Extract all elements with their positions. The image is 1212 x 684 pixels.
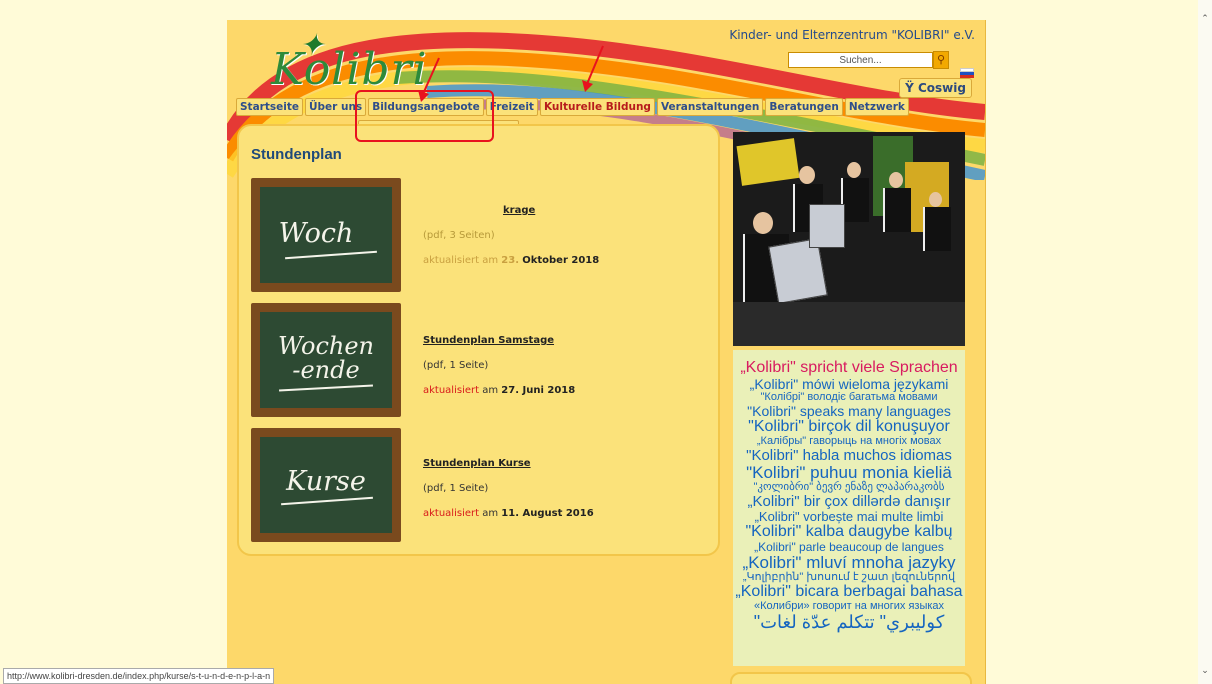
updated-am: am <box>482 255 499 266</box>
photo-poster <box>736 138 800 186</box>
language-line: „Kolibri" mówi wieloma językami <box>749 376 949 392</box>
chalkboard-word: Kurse <box>286 466 366 497</box>
photo-kid-body <box>883 188 911 232</box>
russian-flag-icon[interactable] <box>960 68 974 78</box>
search-icon: ⚲ <box>936 53 946 66</box>
language-line: "Kolibri" kalba daugybe kalbų <box>745 523 953 540</box>
language-line: „Kolibri" bicara berbagai bahasa <box>735 583 963 600</box>
search-placeholder: Suchen... <box>839 55 882 66</box>
language-line: „Kolibri" mluví mnoha jazyky <box>742 553 956 572</box>
photo-kid <box>889 172 903 188</box>
nav-item-beratungen[interactable]: Beratungen <box>765 98 843 116</box>
hummingbird-small-icon: Ÿ <box>905 81 914 95</box>
chalkboard-image-wochentage[interactable]: Woch <box>251 178 401 292</box>
language-line: "كوليبري" تتكلم عدّة لغات <box>753 612 945 632</box>
search-button[interactable]: ⚲ <box>933 51 949 69</box>
chalkboard-word-line2: -ende <box>292 356 360 384</box>
coswig-button[interactable]: Ÿ Coswig <box>899 78 972 98</box>
language-line: „Կոլիբրին" խոսում է շատ լեզուներով <box>742 571 956 583</box>
entry-file-info: (pdf, 1 Seite) <box>423 483 489 494</box>
nav-item-veranstaltungen[interactable]: Veranstaltungen <box>656 98 764 116</box>
site-logo[interactable]: ✦ Kolibri <box>271 28 428 95</box>
photo-kid <box>753 212 773 234</box>
photo-floor <box>733 302 965 346</box>
language-line: «Колибри» говорит на многих языках <box>753 600 945 612</box>
sidebar-box <box>730 672 972 684</box>
chalkboard-image-wochenende[interactable]: Wochen -ende <box>251 303 401 417</box>
search-input[interactable]: Suchen... <box>788 52 933 68</box>
red-arrow-icon <box>418 57 440 102</box>
updated-date: Oktober 2018 <box>522 255 600 266</box>
language-line: „Kolibri" spricht viele Sprachen <box>740 359 958 376</box>
scrollbar[interactable]: ⌃ ⌄ <box>1198 0 1212 684</box>
updated-label: aktualisiert <box>423 255 480 266</box>
entry-title-link[interactable]: krage <box>423 205 599 216</box>
nav-item-kulturelle-bildung[interactable]: Kulturelle Bildung <box>539 98 655 116</box>
languages-banner: „Kolibri" spricht viele Sprachen „Kolibri… <box>733 350 965 666</box>
language-line: "Kolibri" birçok dil konuşuyor <box>748 418 950 435</box>
language-line: "კოლიბრი" ბევრ ენაზე ლაპარაკობს <box>753 481 945 493</box>
entry-updated: aktualisiert am 23. Oktober 2018 <box>423 255 599 266</box>
photo-kid <box>799 166 815 184</box>
entry-file-info: (pdf, 3 Seiten) <box>423 230 495 241</box>
entry-kurse: Stundenplan Kurse (pdf, 1 Seite) aktuali… <box>423 458 594 519</box>
chalkboard-word: Woch <box>278 218 354 249</box>
language-line: „Калібры" гаворыць на многіх мовах <box>756 435 942 447</box>
photo-kid-body <box>923 207 951 251</box>
entry-updated: aktualisiert am 11. August 2016 <box>423 508 594 519</box>
logo-text: Kolibri <box>271 44 428 95</box>
page-title: Stundenplan <box>251 146 342 163</box>
language-line: "Колібрі" володіє багатьма мовами <box>760 391 938 403</box>
main-nav: Startseite Über uns Bildungsangebote Freize… <box>236 98 909 116</box>
updated-am: am <box>482 508 499 519</box>
content-panel: Stundenplan Woch krage (pdf, 3 Seiten) a… <box>237 124 720 556</box>
entry-title-link[interactable]: Stundenplan Kurse <box>423 458 594 469</box>
coswig-label: Coswig <box>917 81 966 95</box>
language-line: "Kolibri" puhuu monia kieliä <box>746 463 952 482</box>
entry-wochentage: krage (pdf, 3 Seiten) aktualisiert am 23… <box>423 205 599 266</box>
scroll-up-icon[interactable]: ⌃ <box>1200 14 1210 24</box>
updated-date: 27. Juni 2018 <box>501 385 576 396</box>
red-arrow-icon <box>582 45 604 92</box>
scroll-down-icon[interactable]: ⌄ <box>1200 666 1210 676</box>
entry-title-link[interactable]: Stundenplan Samstage <box>423 335 575 346</box>
entry-updated: aktualisiert am 27. Juni 2018 <box>423 385 575 396</box>
chalkboard-image-kurse[interactable]: Kurse <box>251 428 401 542</box>
kolibri-page: ✦ Kolibri Kinder- und Elternzentrum "KOLI… <box>227 20 986 684</box>
updated-am: am <box>482 385 499 396</box>
language-line: "Kolibri" speaks many languages <box>747 403 951 419</box>
language-line: „Kolibri" bir çox dillərdə danışır <box>747 493 951 510</box>
nav-item-startseite[interactable]: Startseite <box>236 98 303 116</box>
photo-kid <box>929 192 942 207</box>
language-line: „Kolibri" parle beaucoup de langues <box>754 540 944 554</box>
language-line: „Kolibri" vorbește mai multe limbi <box>754 509 944 524</box>
updated-day: 23. <box>501 255 520 266</box>
entry-file-info: (pdf, 1 Seite) <box>423 360 489 371</box>
photo-kid <box>847 162 861 178</box>
photo-kid-body <box>841 178 869 222</box>
status-bar-url: http://www.kolibri-dresden.de/index.php/… <box>3 668 275 684</box>
updated-label: aktualisiert <box>423 508 480 519</box>
nav-item-netzwerk[interactable]: Netzwerk <box>844 98 909 116</box>
organization-name: Kinder- und Elternzentrum "KOLIBRI" e.V. <box>729 28 975 42</box>
entry-samstage: Stundenplan Samstage (pdf, 1 Seite) aktu… <box>423 335 575 396</box>
updated-date: 11. August 2016 <box>501 508 594 519</box>
photo-accordion <box>809 204 845 248</box>
children-orchestra-photo <box>733 132 965 346</box>
hummingbird-icon: ✦ <box>299 28 326 63</box>
language-line: "Kolibri" habla muchos idiomas <box>746 447 952 464</box>
updated-label: aktualisiert <box>423 385 480 396</box>
